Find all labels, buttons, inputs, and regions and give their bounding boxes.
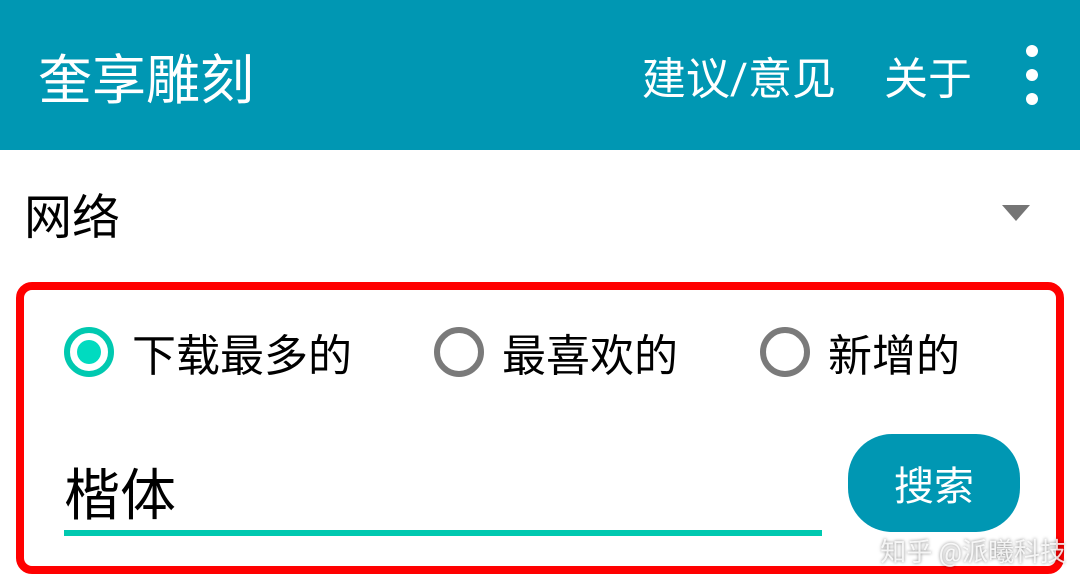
radio-most-downloaded[interactable]: 下载最多的 bbox=[64, 320, 352, 384]
header-actions: 建议/意见 关于 bbox=[642, 43, 1044, 107]
search-input[interactable] bbox=[64, 459, 822, 524]
radio-label: 最喜欢的 bbox=[502, 320, 678, 384]
app-header: 奎享雕刻 建议/意见 关于 bbox=[0, 0, 1080, 150]
dropdown-selected-label: 网络 bbox=[24, 178, 120, 248]
app-title: 奎享雕刻 bbox=[38, 36, 254, 115]
chevron-down-icon bbox=[1002, 205, 1030, 221]
search-row: 搜索 bbox=[64, 434, 1020, 536]
about-link[interactable]: 关于 bbox=[884, 43, 972, 107]
watermark: 知乎 @派曦科技 bbox=[880, 532, 1066, 569]
feedback-link[interactable]: 建议/意见 bbox=[642, 43, 836, 107]
search-input-wrap bbox=[64, 459, 822, 536]
source-dropdown[interactable]: 网络 bbox=[0, 150, 1080, 272]
search-button[interactable]: 搜索 bbox=[848, 434, 1020, 532]
radio-label: 下载最多的 bbox=[132, 320, 352, 384]
radio-icon-selected bbox=[64, 327, 114, 377]
radio-most-liked[interactable]: 最喜欢的 bbox=[434, 320, 678, 384]
more-icon[interactable] bbox=[1020, 45, 1044, 105]
radio-newest[interactable]: 新增的 bbox=[760, 320, 960, 384]
radio-icon-unselected bbox=[434, 327, 484, 377]
radio-icon-unselected bbox=[760, 327, 810, 377]
search-panel: 下载最多的 最喜欢的 新增的 搜索 bbox=[16, 282, 1064, 574]
sort-radio-group: 下载最多的 最喜欢的 新增的 bbox=[64, 320, 1020, 384]
radio-label: 新增的 bbox=[828, 320, 960, 384]
